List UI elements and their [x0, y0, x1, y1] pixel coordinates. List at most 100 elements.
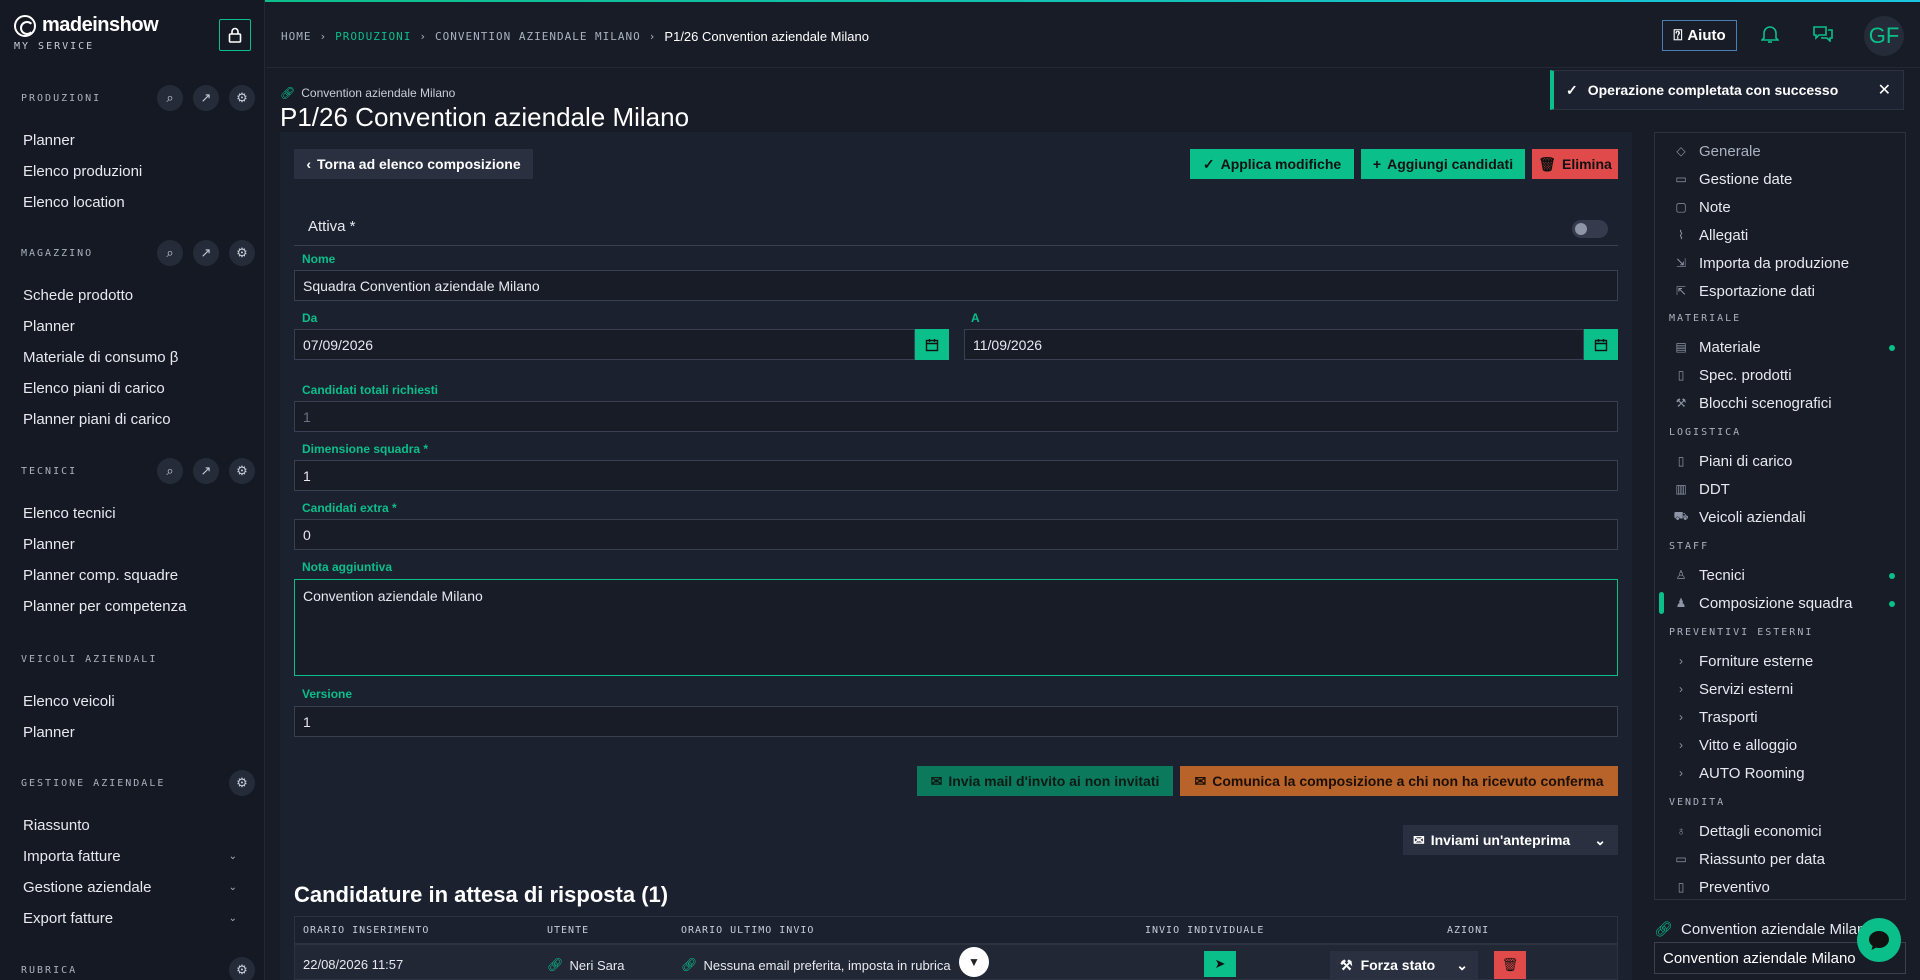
nav-item-servizi[interactable]: › Servizi esterni [1655, 675, 1905, 703]
nav-group-logistica: LOGISTICA [1669, 427, 1742, 438]
gear-icon[interactable]: ⚙ [229, 957, 255, 980]
nav-item-veicoli[interactable]: ⛟ Veicoli aziendali [1655, 503, 1905, 531]
link-icon: 🔗︎ [681, 957, 698, 972]
sidebar-item-planner[interactable]: Planner [0, 125, 265, 156]
breadcrumb-convention[interactable]: CONVENTION AZIENDALE MILANO [435, 30, 641, 43]
nav-item-tecnici[interactable]: ♙ Tecnici [1655, 561, 1905, 589]
col-invio-individuale: INVIO INDIVIDUALE [1145, 924, 1265, 936]
breadcrumb-home[interactable]: HOME [281, 30, 312, 43]
breadcrumb-produzioni[interactable]: PRODUZIONI [335, 30, 411, 43]
force-state-button[interactable]: ⚒ Forza stato ⌄ [1330, 951, 1478, 979]
gear-icon[interactable]: ⚙ [229, 85, 255, 111]
send-invite-button[interactable]: ✉︎ Invia mail d'invito ai non invitati [917, 766, 1173, 796]
hammer-icon: ⚒ [1340, 956, 1353, 973]
nav-item-preventivo[interactable]: ▯ Preventivo [1655, 873, 1905, 901]
gear-icon[interactable]: ⚙ [229, 770, 255, 796]
a-date-input[interactable]: 11/09/2026 [964, 329, 1584, 360]
nav-item-spec-prodotti[interactable]: ▯ Spec. prodotti [1655, 361, 1905, 389]
chevron-down-icon: ⌄ [228, 851, 237, 862]
sidebar-item-planner[interactable]: Planner [0, 717, 265, 748]
communicate-button[interactable]: ✉︎ Comunica la composizione a chi non ha … [1180, 766, 1618, 796]
nav-item-generale[interactable]: ◇ Generale [1655, 137, 1905, 165]
nav-item-note[interactable]: ▢ Note [1655, 193, 1905, 221]
sidebar-item-planner-piani-carico[interactable]: Planner piani di carico [0, 404, 265, 435]
nav-item-gestione-date[interactable]: ▭ Gestione date [1655, 165, 1905, 193]
sidebar-item-importa-fatture[interactable]: Importa fatture ⌄ [0, 841, 265, 872]
gear-icon[interactable]: ⚙ [229, 240, 255, 266]
chart-icon[interactable]: ↗ [193, 240, 219, 266]
parent-link[interactable]: 🔗︎ Convention aziendale Milano [280, 86, 455, 100]
nav-item-materiale[interactable]: ▤ Materiale [1655, 333, 1905, 361]
sidebar-item-gestione-aziendale[interactable]: Gestione aziendale ⌄ [0, 872, 265, 903]
sidebar-item-schede-prodotto[interactable]: Schede prodotto [0, 280, 265, 311]
sidebar-item-planner[interactable]: Planner [0, 529, 265, 560]
toast-message: Operazione completata con successo [1587, 82, 1839, 98]
chart-icon[interactable]: ↗ [193, 458, 219, 484]
nav-item-dettagli-economici[interactable]: ♁ Dettagli economici [1655, 817, 1905, 845]
sidebar-item-planner-comp-squadre[interactable]: Planner comp. squadre [0, 560, 265, 591]
sidebar-item-elenco-produzioni[interactable]: Elenco produzioni [0, 156, 265, 187]
help-label: Aiuto [1687, 27, 1726, 44]
close-icon[interactable]: ✕ [1878, 80, 1891, 100]
da-date-input[interactable]: 07/09/2026 [294, 329, 915, 360]
help-button[interactable]: ⍰ Aiuto [1662, 20, 1737, 51]
nav-item-forniture[interactable]: › Forniture esterne [1655, 647, 1905, 675]
back-button[interactable]: ‹ Torna ad elenco composizione [294, 149, 533, 179]
lock-button[interactable] [219, 19, 251, 51]
nav-label: Trasporti [1699, 708, 1758, 726]
nav-item-ddt[interactable]: ▥ DDT [1655, 475, 1905, 503]
add-candidates-button[interactable]: + Aggiungi candidati [1361, 149, 1525, 179]
sidebar-item-elenco-location[interactable]: Elenco location [0, 187, 265, 218]
back-label: Torna ad elenco composizione [317, 156, 521, 172]
link-icon: 🔗︎ [1654, 921, 1674, 938]
avatar[interactable]: GF [1864, 16, 1904, 56]
nav-item-trasporti[interactable]: › Trasporti [1655, 703, 1905, 731]
gear-icon[interactable]: ⚙ [229, 458, 255, 484]
preview-button[interactable]: ✉︎ Inviami un'anteprima ⌄ [1403, 825, 1618, 855]
search-icon[interactable]: ⌕ [157, 240, 183, 266]
nav-item-esportazione[interactable]: ⇱ Esportazione dati [1655, 277, 1905, 305]
nav-label: Veicoli aziendali [1699, 508, 1806, 526]
scroll-down-icon[interactable]: ▼ [959, 947, 989, 977]
sidebar-item-export-fatture[interactable]: Export fatture ⌄ [0, 903, 265, 934]
chart-icon[interactable]: ↗ [193, 85, 219, 111]
versione-input[interactable]: 1 [294, 706, 1618, 737]
dimensione-input[interactable]: 1 [294, 460, 1618, 491]
apply-button[interactable]: ✓ Applica modifiche [1190, 149, 1354, 179]
sidebar-item-materiale-consumo[interactable]: Materiale di consumo β [0, 342, 265, 373]
calendar-icon[interactable] [1584, 329, 1618, 360]
chat-bubble-icon[interactable] [1857, 918, 1901, 962]
nav-item-auto-rooming[interactable]: › AUTO Rooming [1655, 759, 1905, 787]
extra-input[interactable]: 0 [294, 519, 1618, 550]
cell-user[interactable]: 🔗︎ Neri Sara [547, 957, 624, 973]
calendar-icon[interactable] [915, 329, 949, 360]
sidebar-item-riassunto[interactable]: Riassunto [0, 810, 265, 841]
active-switch[interactable] [1572, 220, 1608, 238]
cell-last-sent[interactable]: 🔗︎ Nessuna email preferita, imposta in ru… [681, 957, 951, 973]
search-icon[interactable]: ⌕ [157, 85, 183, 111]
production-link[interactable]: 🔗︎ Convention aziendale Milano [1654, 920, 1874, 939]
nav-item-blocchi[interactable]: ⚒ Blocchi scenografici [1655, 389, 1905, 417]
sidebar-item-planner-competenza[interactable]: Planner per competenza [0, 591, 265, 622]
nav-item-allegati[interactable]: ⌇ Allegati [1655, 221, 1905, 249]
send-icon[interactable]: ➤ [1204, 951, 1236, 977]
search-icon[interactable]: ⌕ [157, 458, 183, 484]
nav-item-composizione-squadra[interactable]: ♟ Composizione squadra [1655, 589, 1905, 617]
sidebar-section-label: GESTIONE AZIENDALE [21, 777, 166, 789]
sidebar-item-elenco-tecnici[interactable]: Elenco tecnici [0, 498, 265, 529]
delete-button[interactable]: 🗑︎ Elimina [1532, 149, 1618, 179]
nav-label: Materiale [1699, 338, 1761, 356]
nav-item-vitto[interactable]: › Vitto e alloggio [1655, 731, 1905, 759]
nav-item-piani-carico[interactable]: ▯ Piani di carico [1655, 447, 1905, 475]
brand[interactable]: madeinshow MY SERVICE [14, 14, 159, 52]
nav-item-riassunto-data[interactable]: ▭ Riassunto per data [1655, 845, 1905, 873]
bell-icon[interactable] [1760, 24, 1780, 49]
nota-textarea[interactable]: Convention aziendale Milano [294, 579, 1618, 676]
sidebar-item-planner[interactable]: Planner [0, 311, 265, 342]
chat-icon[interactable] [1812, 24, 1834, 47]
sidebar-item-piani-carico[interactable]: Elenco piani di carico [0, 373, 265, 404]
nav-item-importa[interactable]: ⇲ Importa da produzione [1655, 249, 1905, 277]
sidebar-item-elenco-veicoli[interactable]: Elenco veicoli [0, 686, 265, 717]
trash-icon[interactable]: 🗑︎ [1494, 951, 1526, 979]
nome-input[interactable]: Squadra Convention aziendale Milano [294, 270, 1618, 301]
